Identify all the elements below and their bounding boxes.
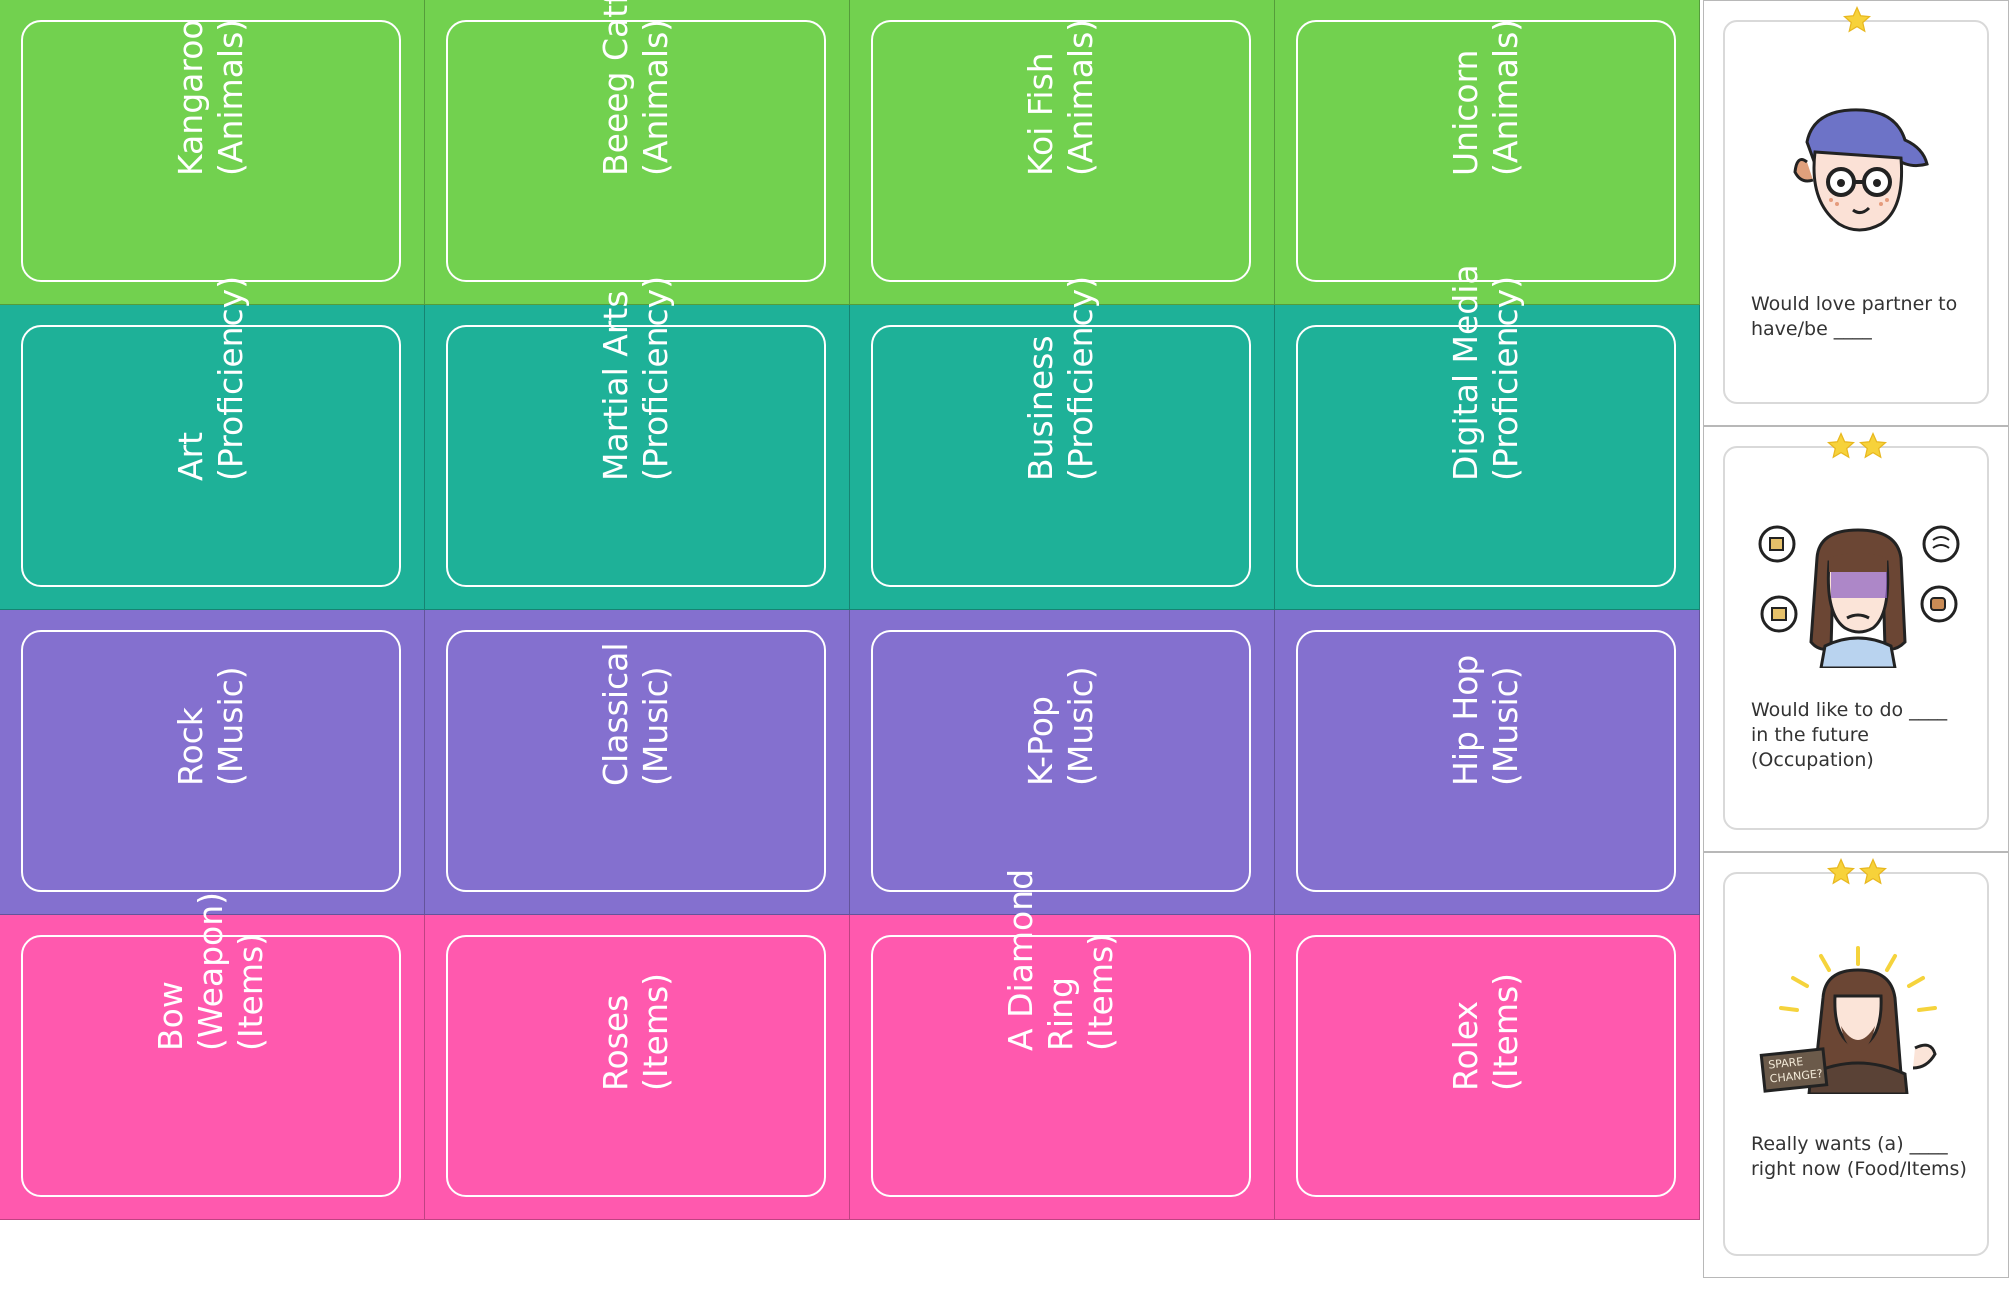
card-cell[interactable]: Classical (Music) [425,610,850,915]
card-label: Koi Fish (Animals) [1021,18,1100,176]
prompt-card-column: Would love partner to have/be ____ Would… [1703,0,2009,1278]
card-label: Bow (Weapon) (Items) [151,891,270,1051]
star-rating [1704,5,2010,39]
word-card[interactable]: Classical (Music) [446,630,826,892]
word-card[interactable]: K-Pop (Music) [871,630,1251,892]
prompt-card[interactable]: Would like to do ____ in the future (Occ… [1723,446,1989,830]
prompt-card-cell[interactable]: SPARECHANGE? Really wants (a) ____ right… [1703,852,2009,1278]
star-rating [1704,857,2010,891]
cap-glasses-character-icon [1793,108,1929,232]
card-row-items: Bow (Weapon) (Items) Roses (Items) A Dia… [0,869,1700,1220]
word-card[interactable]: Koi Fish (Animals) [871,18,1251,282]
star-rating [1704,431,2010,465]
card-label: Unicorn (Animals) [1446,18,1525,176]
card-label: Digital Media (Proficiency) [1446,264,1525,481]
word-card[interactable]: Business (Proficiency) [871,276,1251,587]
card-cell[interactable]: Martial Arts (Proficiency) [425,276,850,610]
word-card[interactable]: Unicorn (Animals) [1296,18,1676,282]
word-card[interactable]: Rolex (Items) [1296,935,1676,1197]
card-label: Classical (Music) [596,642,675,786]
word-card[interactable]: Art (Proficiency) [21,276,401,587]
prompt-text: Would like to do ____ in the future (Occ… [1751,699,1948,771]
card-cell[interactable]: Digital Media (Proficiency) [1275,264,1700,610]
prompt-card[interactable]: SPARECHANGE? Really wants (a) ____ right… [1723,872,1989,1256]
card-cell[interactable]: Bow (Weapon) (Items) [0,892,425,1220]
word-card[interactable]: A Diamond Ring (Items) [871,869,1251,1197]
word-card[interactable]: Roses (Items) [446,935,826,1197]
card-row-proficiency: Art (Proficiency) Martial Arts (Proficie… [0,264,1700,610]
card-row-animals: Kangaroo (Animals) Beeeg Catfish (Animal… [0,0,1700,305]
star-icon [1858,857,1888,891]
card-cell[interactable]: Hip Hop (Music) [1275,610,1700,915]
card-label: Hip Hop (Music) [1446,654,1525,786]
card-cell[interactable]: Rolex (Items) [1275,915,1700,1220]
card-cell[interactable]: Unicorn (Animals) [1275,0,1700,305]
card-cell[interactable]: Business (Proficiency) [850,276,1275,610]
card-label: Roses (Items) [596,972,675,1091]
star-icon [1842,5,1872,39]
word-card[interactable]: Beeeg Catfish (Animals) [446,0,826,282]
card-label: K-Pop (Music) [1021,666,1100,786]
word-card[interactable]: Kangaroo (Animals) [21,18,401,282]
prompt-card-cell[interactable]: Would love partner to have/be ____ [1703,0,2009,426]
card-row-music: Rock (Music) Classical (Music) K-Pop (Mu… [0,610,1700,915]
word-card-grid: Kangaroo (Animals) Beeeg Catfish (Animal… [0,0,1700,1220]
spare-change-man-character-icon: SPARECHANGE? [1759,946,1937,1094]
card-cell[interactable]: A Diamond Ring (Items) [850,869,1275,1220]
card-label: Beeeg Catfish (Animals) [596,0,675,176]
prompt-text: Would love partner to have/be ____ [1751,293,1958,340]
word-card[interactable]: Digital Media (Proficiency) [1296,264,1676,587]
prompt-text: Really wants (a) ____ right now (Food/It… [1751,1133,1967,1180]
card-cell[interactable]: Rock (Music) [0,610,425,915]
card-label: Martial Arts (Proficiency) [596,275,675,481]
card-cell[interactable]: Roses (Items) [425,915,850,1220]
card-label: Rolex (Items) [1446,972,1525,1091]
card-label: Kangaroo (Animals) [171,18,250,176]
card-label: Business (Proficiency) [1021,275,1100,481]
card-label: Rock (Music) [171,666,250,786]
word-card[interactable]: Bow (Weapon) (Items) [21,892,401,1197]
star-icon [1858,431,1888,465]
word-card[interactable]: Martial Arts (Proficiency) [446,276,826,587]
prompt-card-cell[interactable]: Would like to do ____ in the future (Occ… [1703,426,2009,852]
word-card[interactable]: Rock (Music) [21,630,401,892]
prompt-card[interactable]: Would love partner to have/be ____ [1723,20,1989,404]
card-cell[interactable]: Beeeg Catfish (Animals) [425,0,850,305]
card-label: Art (Proficiency) [171,275,250,481]
thinking-girl-character-icon [1758,525,1960,668]
word-card[interactable]: Hip Hop (Music) [1296,630,1676,892]
card-cell[interactable]: Kangaroo (Animals) [0,0,425,305]
star-icon [1826,431,1856,465]
card-cell[interactable]: Koi Fish (Animals) [850,0,1275,305]
card-cell[interactable]: Art (Proficiency) [0,276,425,610]
card-label: A Diamond Ring (Items) [1001,868,1120,1051]
star-icon [1826,857,1856,891]
